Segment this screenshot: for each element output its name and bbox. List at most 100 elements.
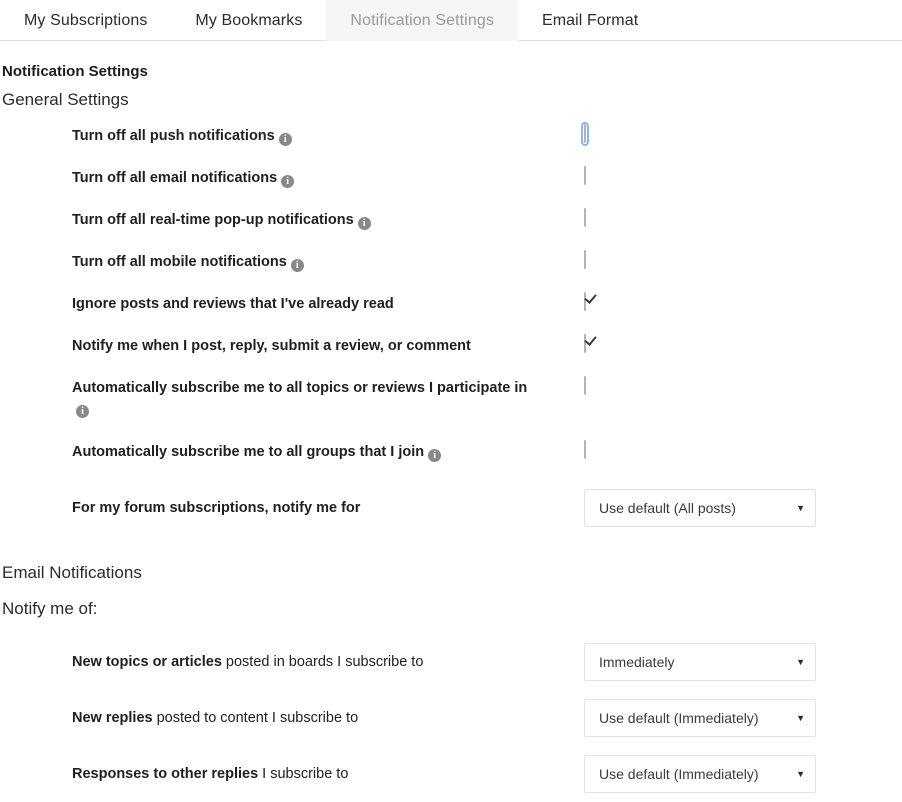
- checkbox-notify-on-own-activity[interactable]: [584, 334, 586, 353]
- select-forum-subscription-frequency[interactable]: Use default (All posts) ▼: [584, 489, 816, 527]
- select-new-replies-frequency[interactable]: Use default (Immediately) ▼: [584, 699, 816, 737]
- checkbox-ignore-already-read[interactable]: [584, 292, 586, 311]
- checkbox-wrapper[interactable]: [584, 334, 586, 353]
- setting-row: Notify me when I post, reply, submit a r…: [0, 332, 902, 374]
- select-value: Use default (Immediately): [599, 710, 759, 726]
- tab-label: My Bookmarks: [195, 11, 303, 29]
- select-value: Use default (All posts): [599, 500, 736, 516]
- info-icon[interactable]: i: [76, 405, 89, 418]
- setting-label-text: Automatically subscribe me to all topics…: [72, 380, 528, 396]
- chevron-down-icon: ▼: [796, 502, 805, 513]
- info-icon[interactable]: i: [281, 175, 295, 188]
- setting-row: Turn off all email notifications i: [0, 164, 902, 206]
- select-new-topics-frequency[interactable]: Immediately ▼: [584, 643, 816, 681]
- setting-control: [576, 206, 816, 227]
- setting-control: Use default (Immediately) ▼: [576, 699, 816, 737]
- info-icon[interactable]: i: [290, 259, 304, 272]
- setting-label-text: Turn off all email notifications: [72, 170, 278, 186]
- tab-notification-settings[interactable]: Notification Settings: [326, 0, 518, 41]
- setting-row: Responses to other replies I subscribe t…: [0, 746, 902, 802]
- setting-control: [576, 438, 816, 459]
- setting-row: New replies posted to content I subscrib…: [0, 690, 902, 746]
- select-responses-to-replies-frequency[interactable]: Use default (Immediately) ▼: [584, 755, 816, 793]
- setting-control: Immediately ▼: [576, 643, 816, 681]
- setting-control: [576, 332, 816, 353]
- setting-label-text: Automatically subscribe me to all groups…: [72, 444, 425, 460]
- checkbox-wrapper[interactable]: [584, 166, 586, 185]
- setting-label: Automatically subscribe me to all topics…: [0, 374, 576, 418]
- setting-label: Turn off all real-time pop-up notificati…: [0, 206, 576, 230]
- tab-my-subscriptions[interactable]: My Subscriptions: [0, 0, 171, 41]
- chevron-down-icon: ▼: [796, 656, 805, 667]
- select-value: Immediately: [599, 654, 675, 670]
- tab-label: Notification Settings: [350, 11, 494, 29]
- checkbox-turn-off-realtime-popup-notifications[interactable]: [584, 208, 586, 227]
- general-settings-rows: Turn off all push notifications i Turn of…: [0, 122, 902, 536]
- setting-label: For my forum subscriptions, notify me fo…: [0, 498, 576, 518]
- select-value: Use default (Immediately): [599, 766, 759, 782]
- setting-label-text: Notify me when I post, reply, submit a r…: [72, 338, 471, 354]
- setting-row: Automatically subscribe me to all topics…: [0, 374, 902, 438]
- setting-label: Turn off all email notifications i: [0, 164, 576, 188]
- setting-label-text: Turn off all mobile notifications: [72, 254, 287, 270]
- setting-row: Turn off all push notifications i: [0, 122, 902, 164]
- settings-content: Notification Settings General Settings T…: [0, 41, 902, 802]
- checkbox-turn-off-mobile-notifications[interactable]: [584, 250, 586, 269]
- setting-label-text: Turn off all push notifications: [72, 128, 275, 144]
- setting-control: [576, 164, 816, 185]
- checkbox-wrapper[interactable]: [584, 208, 586, 227]
- tab-email-format[interactable]: Email Format: [518, 0, 662, 41]
- info-icon[interactable]: i: [357, 217, 371, 230]
- setting-row: Automatically subscribe me to all groups…: [0, 438, 902, 480]
- checkbox-wrapper[interactable]: [584, 250, 586, 269]
- chevron-down-icon: ▼: [796, 712, 805, 723]
- setting-control: [576, 122, 816, 146]
- section-heading-email-notifications: Email Notifications: [2, 563, 142, 582]
- info-icon[interactable]: i: [278, 133, 292, 146]
- checkbox-turn-off-push-notifications[interactable]: [584, 124, 586, 143]
- section-heading-general-settings: General Settings: [2, 90, 129, 109]
- setting-row: New topics or articles posted in boards …: [0, 634, 902, 690]
- tab-label: Email Format: [541, 11, 639, 29]
- setting-label: Responses to other replies I subscribe t…: [0, 764, 576, 784]
- setting-label-text: I subscribe to: [258, 766, 349, 782]
- setting-label-text: Ignore posts and reviews that I've alrea…: [72, 296, 394, 312]
- setting-label: Ignore posts and reviews that I've alrea…: [0, 290, 576, 314]
- setting-row: Turn off all mobile notifications i: [0, 248, 902, 290]
- setting-control: [576, 374, 816, 395]
- email-notification-rows: New topics or articles posted in boards …: [0, 634, 902, 802]
- setting-label-text: posted to content I subscribe to: [152, 710, 359, 726]
- checkbox-wrapper[interactable]: [584, 376, 586, 395]
- checkbox-wrapper[interactable]: [584, 440, 586, 459]
- checkbox-auto-subscribe-groups[interactable]: [584, 440, 586, 459]
- setting-label-emphasis: New replies: [72, 710, 153, 726]
- setting-label: New topics or articles posted in boards …: [0, 652, 576, 672]
- setting-label-emphasis: New topics or articles: [72, 654, 222, 670]
- setting-label: Automatically subscribe me to all groups…: [0, 438, 576, 462]
- setting-label-text: posted in boards I subscribe to: [221, 654, 424, 670]
- setting-label-text: For my forum subscriptions, notify me fo…: [72, 500, 361, 516]
- subheading-notify-me-of: Notify me of:: [2, 599, 98, 618]
- tab-my-bookmarks[interactable]: My Bookmarks: [171, 0, 326, 41]
- chevron-down-icon: ▼: [796, 768, 805, 779]
- setting-control: Use default (Immediately) ▼: [576, 755, 816, 793]
- setting-label: Turn off all push notifications i: [0, 122, 576, 146]
- setting-label: Turn off all mobile notifications i: [0, 248, 576, 272]
- setting-row: Turn off all real-time pop-up notificati…: [0, 206, 902, 248]
- checkbox-wrapper[interactable]: [581, 122, 589, 146]
- tab-label: My Subscriptions: [24, 11, 148, 29]
- info-icon[interactable]: i: [428, 449, 442, 462]
- setting-row: For my forum subscriptions, notify me fo…: [0, 480, 902, 536]
- checkbox-wrapper[interactable]: [584, 292, 586, 311]
- tab-bar: My Subscriptions My Bookmarks Notificati…: [0, 0, 902, 41]
- setting-control: [576, 290, 816, 311]
- setting-control: Use default (All posts) ▼: [576, 489, 816, 527]
- setting-control: [576, 248, 816, 269]
- setting-label: Notify me when I post, reply, submit a r…: [0, 332, 576, 356]
- checkbox-turn-off-email-notifications[interactable]: [584, 166, 586, 185]
- checkbox-auto-subscribe-topics[interactable]: [584, 376, 586, 395]
- setting-label-emphasis: Responses to other replies: [72, 766, 259, 782]
- page-title: Notification Settings: [2, 63, 148, 80]
